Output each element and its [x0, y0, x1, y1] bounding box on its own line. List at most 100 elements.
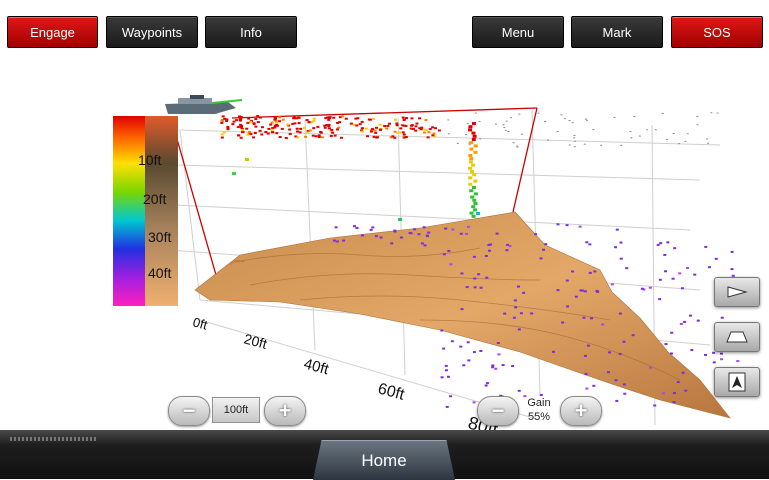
sonar-return: [472, 173, 477, 177]
sonar-return: [614, 379, 618, 382]
view-angle-side-button[interactable]: [714, 277, 760, 307]
sonar-return: [273, 118, 277, 121]
sonar-return: [672, 133, 675, 135]
sonar-return: [413, 228, 417, 231]
sonar-return: [403, 136, 407, 139]
sonar-return: [623, 392, 627, 395]
depth-color-scale: 10ft 20ft 30ft 40ft: [113, 116, 178, 306]
sonar-return: [364, 127, 368, 130]
sonar-return: [706, 138, 709, 140]
sonar-return: [583, 143, 586, 145]
sonar-return: [619, 257, 623, 260]
sonar-return: [696, 124, 699, 126]
engage-button[interactable]: Engage: [7, 16, 98, 48]
sonar-return: [468, 182, 473, 186]
sonar-return: [730, 250, 734, 253]
sonar-return: [469, 211, 474, 215]
sonar-return: [505, 120, 508, 122]
sonar-return: [571, 122, 574, 124]
sonar-return: [596, 290, 600, 293]
sonar-return: [395, 122, 399, 125]
sonar-return: [517, 389, 521, 392]
sonar-return: [270, 121, 274, 124]
boat-icon: [165, 95, 243, 114]
sonar-return: [353, 225, 357, 228]
sonar-return: [503, 126, 506, 128]
gain-plus-button[interactable]: +: [560, 396, 602, 426]
sonar-return: [375, 136, 379, 139]
drag-grip[interactable]: [10, 437, 96, 441]
sonar-return: [696, 116, 699, 118]
sonar-return: [297, 122, 301, 125]
sonar-return: [471, 138, 476, 141]
sonar-return: [426, 136, 430, 139]
sonar-return: [665, 138, 668, 140]
north-arrow-icon: [728, 372, 746, 392]
range-minus-button[interactable]: −: [168, 396, 210, 426]
sonar-return: [473, 286, 477, 289]
sonar-return: [508, 245, 512, 248]
mark-button[interactable]: Mark: [571, 16, 663, 48]
gain-minus-button[interactable]: −: [477, 396, 519, 426]
sonar-return: [552, 350, 556, 353]
sonar-return: [424, 119, 428, 122]
sonar-return: [519, 312, 523, 315]
sonar-return: [295, 127, 299, 130]
sonar-return: [487, 249, 491, 252]
sonar-return: [460, 308, 464, 311]
sonar-return: [714, 257, 718, 260]
sonar-return: [578, 225, 582, 228]
sonar-3d-view[interactable]: 10ft 20ft 30ft 40ft 0ft 20ft 40ft 60ft 8…: [0, 0, 769, 430]
sonar-return: [539, 257, 543, 260]
sonar-return: [256, 115, 260, 118]
sonar-return: [278, 136, 282, 139]
sonar-return: [581, 289, 585, 292]
sonar-return: [355, 226, 359, 229]
sonar-return: [335, 240, 339, 243]
sonar-return: [719, 352, 723, 355]
sonar-return: [468, 154, 473, 157]
sonar-return: [447, 119, 450, 121]
sonar-return: [666, 241, 670, 244]
sonar-return: [518, 113, 521, 115]
sonar-return: [434, 127, 438, 130]
sonar-return: [449, 263, 453, 266]
sonar-return: [678, 143, 681, 145]
sonar-return: [495, 232, 499, 235]
sonar-return: [393, 229, 397, 232]
sonar-return: [707, 142, 710, 144]
sonar-return: [613, 116, 616, 118]
sos-button[interactable]: SOS: [671, 16, 763, 48]
sonar-return: [378, 123, 382, 126]
sonar-return: [586, 119, 589, 121]
sonar-return: [673, 247, 677, 250]
sonar-return: [424, 129, 428, 132]
sonar-return: [474, 112, 477, 114]
sonar-return: [622, 383, 626, 386]
home-button[interactable]: Home: [313, 440, 455, 480]
sonar-return: [349, 122, 353, 125]
waypoints-button[interactable]: Waypoints: [106, 16, 198, 48]
sonar-return: [574, 295, 578, 298]
distance-label-0: 0ft: [191, 314, 209, 332]
sonar-return: [686, 133, 689, 135]
sonar-return: [369, 130, 373, 133]
sonar-return: [409, 232, 413, 235]
sonar-return: [468, 144, 471, 146]
sonar-return: [447, 133, 450, 135]
sonar-return: [565, 279, 569, 282]
distance-label-40: 40ft: [302, 355, 331, 378]
sonar-return: [630, 137, 633, 139]
sonar-return: [619, 241, 623, 244]
sonar-return: [469, 141, 474, 145]
view-angle-front-button[interactable]: [714, 322, 760, 352]
range-plus-button[interactable]: +: [264, 396, 306, 426]
sonar-return: [568, 144, 571, 146]
sonar-return: [720, 316, 724, 319]
menu-button[interactable]: Menu: [472, 16, 564, 48]
sonar-return: [473, 202, 478, 205]
sonar-return: [680, 287, 684, 290]
info-button[interactable]: Info: [205, 16, 297, 48]
view-top-button[interactable]: [714, 367, 760, 397]
depth-label-30: 30ft: [148, 229, 171, 245]
